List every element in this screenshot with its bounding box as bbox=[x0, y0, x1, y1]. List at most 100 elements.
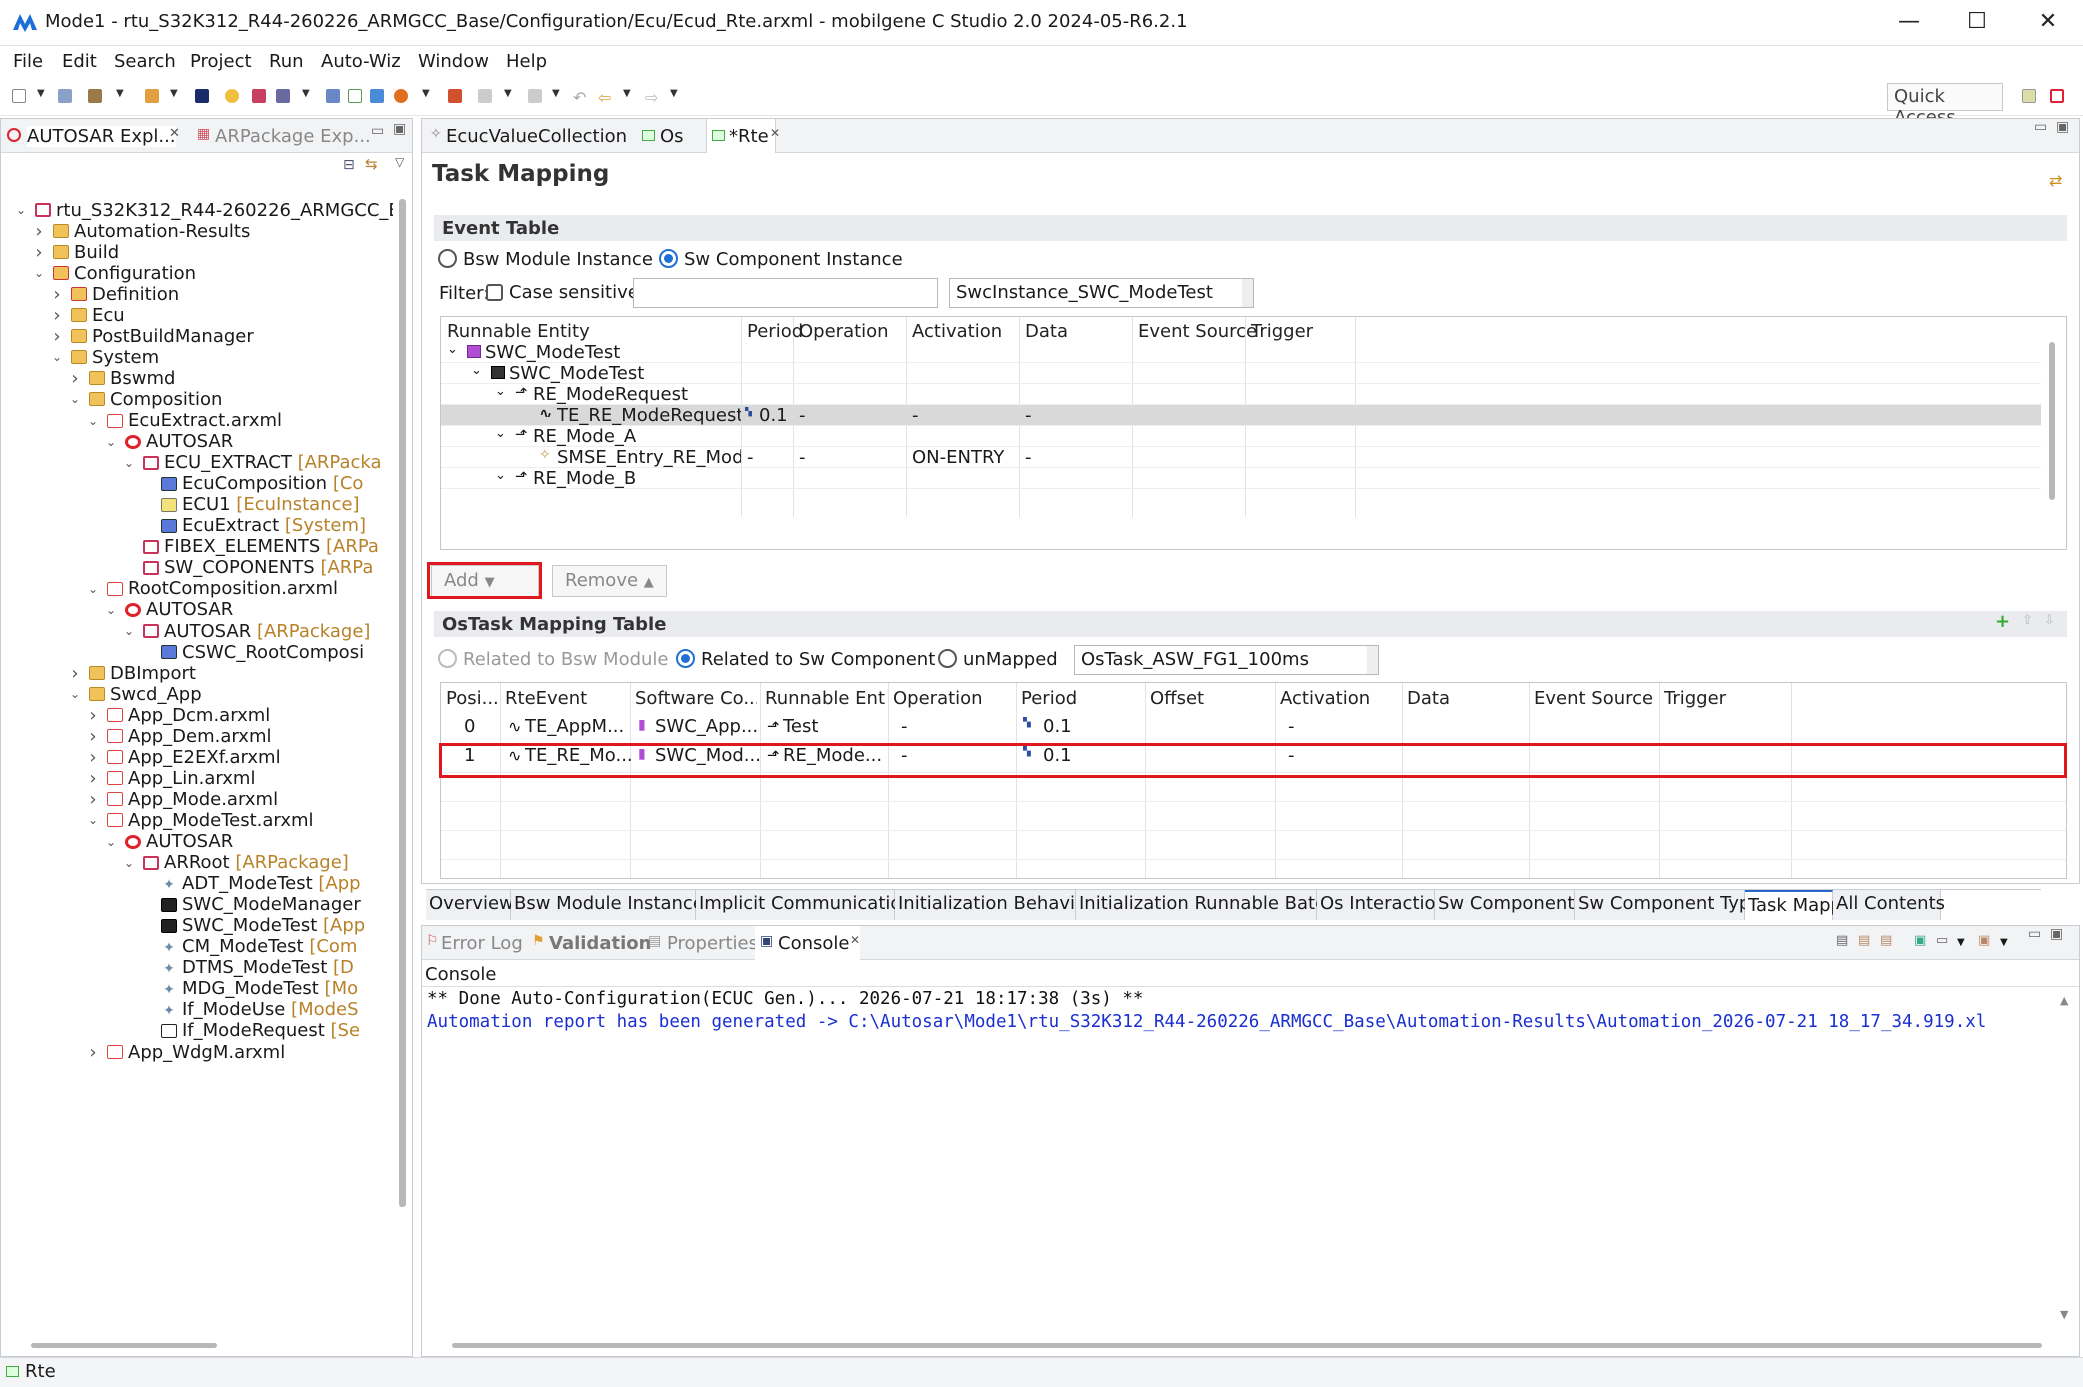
debug-icon[interactable] bbox=[394, 89, 408, 103]
instance-select[interactable]: SwcInstance_SWC_ModeTest bbox=[949, 278, 1254, 308]
radio-sw-component-instance[interactable]: Sw Component Instance bbox=[659, 249, 903, 270]
chevron-right-icon[interactable]: › bbox=[31, 221, 47, 242]
col-position[interactable]: Posi... bbox=[446, 688, 497, 709]
tab-console[interactable]: Console bbox=[778, 933, 849, 954]
minimize-view-icon[interactable]: ▭ bbox=[2028, 926, 2041, 942]
col-activation[interactable]: Activation bbox=[912, 321, 1002, 342]
chevron-down-icon[interactable]: ⌄ bbox=[103, 435, 119, 449]
col-operation[interactable]: Operation bbox=[799, 321, 889, 342]
chevron-down-icon[interactable]: ▼ bbox=[552, 88, 560, 99]
open-console-icon[interactable]: ▣ bbox=[1978, 933, 1990, 948]
chevron-down-icon[interactable]: ⌄ bbox=[495, 384, 506, 399]
minimize-editor-icon[interactable]: ▭ bbox=[2034, 119, 2047, 135]
col-event-source[interactable]: Event Source bbox=[1534, 688, 1653, 709]
tab-properties[interactable]: Properties bbox=[667, 933, 758, 954]
chevron-down-icon[interactable]: ⌄ bbox=[495, 468, 506, 483]
chevron-down-icon[interactable]: ⌄ bbox=[49, 350, 65, 364]
generate-icon[interactable] bbox=[252, 89, 266, 103]
chevron-down-icon[interactable]: ⌄ bbox=[103, 835, 119, 849]
tree-item[interactable]: › Automation-Results bbox=[31, 220, 250, 242]
back-edit-icon[interactable]: ↶ bbox=[573, 88, 586, 107]
chevron-right-icon[interactable]: › bbox=[85, 1042, 101, 1063]
event-row[interactable] bbox=[441, 468, 2041, 489]
tree-vertical-scrollbar[interactable] bbox=[399, 199, 406, 1207]
radio-indicator[interactable] bbox=[438, 649, 457, 668]
event-row[interactable] bbox=[441, 426, 2041, 447]
tree-item[interactable]: ⌄ rtu_S32K312_R44-260226_ARMGCC_Base bbox=[13, 199, 393, 221]
close-button[interactable]: ✕ bbox=[2017, 0, 2079, 46]
chevron-right-icon[interactable]: › bbox=[49, 284, 65, 305]
chevron-down-icon[interactable]: ⌄ bbox=[103, 603, 119, 617]
ostask-select[interactable]: OsTask_ASW_FG1_100ms bbox=[1074, 645, 1379, 675]
checkbox-indicator[interactable] bbox=[486, 284, 503, 301]
build-icon[interactable] bbox=[88, 89, 102, 103]
move-down-icon[interactable]: ⇩ bbox=[2044, 613, 2055, 628]
link-icon[interactable] bbox=[448, 89, 462, 103]
console-horizontal-scrollbar[interactable] bbox=[452, 1343, 2042, 1348]
menu-file[interactable]: File bbox=[13, 51, 43, 72]
radio-indicator[interactable] bbox=[676, 649, 695, 668]
remove-button[interactable]: Remove ▲ bbox=[552, 565, 667, 597]
chevron-right-icon[interactable]: › bbox=[49, 326, 65, 347]
tree-item[interactable]: EcuComposition [Co bbox=[139, 473, 363, 495]
tree-item[interactable]: ⌄ Composition bbox=[67, 388, 222, 410]
nav-icon[interactable] bbox=[478, 89, 492, 103]
col-period[interactable]: Period bbox=[747, 321, 803, 342]
chevron-down-icon[interactable]: ⌄ bbox=[121, 624, 137, 638]
chevron-down-icon[interactable]: ▼ bbox=[302, 88, 310, 99]
col-activation[interactable]: Activation bbox=[1280, 688, 1370, 709]
radio-indicator[interactable] bbox=[438, 249, 457, 268]
chevron-down-icon[interactable]: ⌄ bbox=[471, 363, 482, 378]
chevron-down-icon[interactable]: ⌄ bbox=[67, 687, 83, 701]
add-task-icon[interactable]: + bbox=[1995, 611, 2010, 632]
chevron-down-icon[interactable]: ▼ bbox=[116, 88, 124, 99]
menu-search[interactable]: Search bbox=[114, 51, 176, 72]
tree-item[interactable]: › App_Lin.arxml bbox=[85, 767, 255, 789]
tree-item[interactable]: › Definition bbox=[49, 283, 179, 305]
tree-item[interactable]: ✦ DTMS_ModeTest [D bbox=[139, 957, 354, 979]
radio-related-sw[interactable]: Related to Sw Component bbox=[676, 649, 935, 670]
col-offset[interactable]: Offset bbox=[1150, 688, 1204, 709]
tree-item[interactable]: › App_E2EXf.arxml bbox=[85, 746, 280, 768]
wizard-icon[interactable] bbox=[145, 89, 159, 103]
back-icon[interactable]: ⇦ bbox=[598, 88, 611, 107]
tree-item[interactable]: ✦ CM_ModeTest [Com bbox=[139, 936, 357, 958]
chevron-right-icon[interactable]: › bbox=[67, 368, 83, 389]
autosar-perspective-icon[interactable] bbox=[2050, 89, 2064, 103]
page-tab[interactable]: Sw Component Type bbox=[1575, 890, 1761, 920]
col-operation[interactable]: Operation bbox=[893, 688, 983, 709]
col-event-source[interactable]: Event Source bbox=[1138, 321, 1257, 342]
tab-rte[interactable]: *Rte bbox=[729, 126, 769, 147]
chevron-right-icon[interactable]: › bbox=[85, 747, 101, 768]
tree-item[interactable]: EcuExtract [System] bbox=[139, 515, 366, 537]
maximize-view-icon[interactable]: ▣ bbox=[393, 121, 406, 137]
tree-item[interactable]: › DBImport bbox=[67, 662, 196, 684]
tree-item[interactable]: ⌄ App_ModeTest.arxml bbox=[85, 809, 314, 831]
chevron-down-icon[interactable]: ▼ bbox=[1957, 937, 1965, 948]
page-tab[interactable]: Os Interaction bbox=[1317, 890, 1447, 920]
event-row[interactable] bbox=[441, 342, 2041, 363]
radio-related-bsw[interactable]: Related to Bsw Module bbox=[438, 649, 669, 670]
chevron-right-icon[interactable]: › bbox=[85, 789, 101, 810]
tree-item[interactable]: FIBEX_ELEMENTS [ARPa bbox=[121, 536, 379, 558]
menu-help[interactable]: Help bbox=[506, 51, 547, 72]
col-trigger[interactable]: Trigger bbox=[1251, 321, 1313, 342]
page-tab[interactable]: Task Mapping bbox=[1745, 890, 1870, 920]
chevron-down-icon[interactable]: ⌄ bbox=[121, 856, 137, 870]
chevron-down-icon[interactable]: ▼ bbox=[170, 88, 178, 99]
filter-input[interactable] bbox=[633, 278, 938, 308]
tree-item[interactable]: ⌄ AUTOSAR bbox=[103, 431, 233, 453]
tree-item[interactable]: ⌄ AUTOSAR bbox=[103, 599, 233, 621]
view-menu-icon[interactable]: ▽ bbox=[395, 155, 404, 169]
tree-item[interactable]: ✦ If_ModeUse [ModeS bbox=[139, 999, 358, 1021]
star-icon[interactable] bbox=[225, 89, 239, 103]
clear-console-icon[interactable]: ▤ bbox=[1836, 933, 1848, 948]
select-arrow-area[interactable] bbox=[1367, 646, 1378, 674]
page-tab[interactable]: Overview bbox=[426, 890, 514, 920]
new-icon[interactable] bbox=[12, 89, 26, 103]
open-perspective-icon[interactable] bbox=[2022, 89, 2036, 103]
col-data[interactable]: Data bbox=[1407, 688, 1450, 709]
tree-item[interactable]: SW_COPONENTS [ARPa bbox=[121, 557, 373, 579]
menu-project[interactable]: Project bbox=[190, 51, 252, 72]
chevron-right-icon[interactable]: › bbox=[31, 242, 47, 263]
